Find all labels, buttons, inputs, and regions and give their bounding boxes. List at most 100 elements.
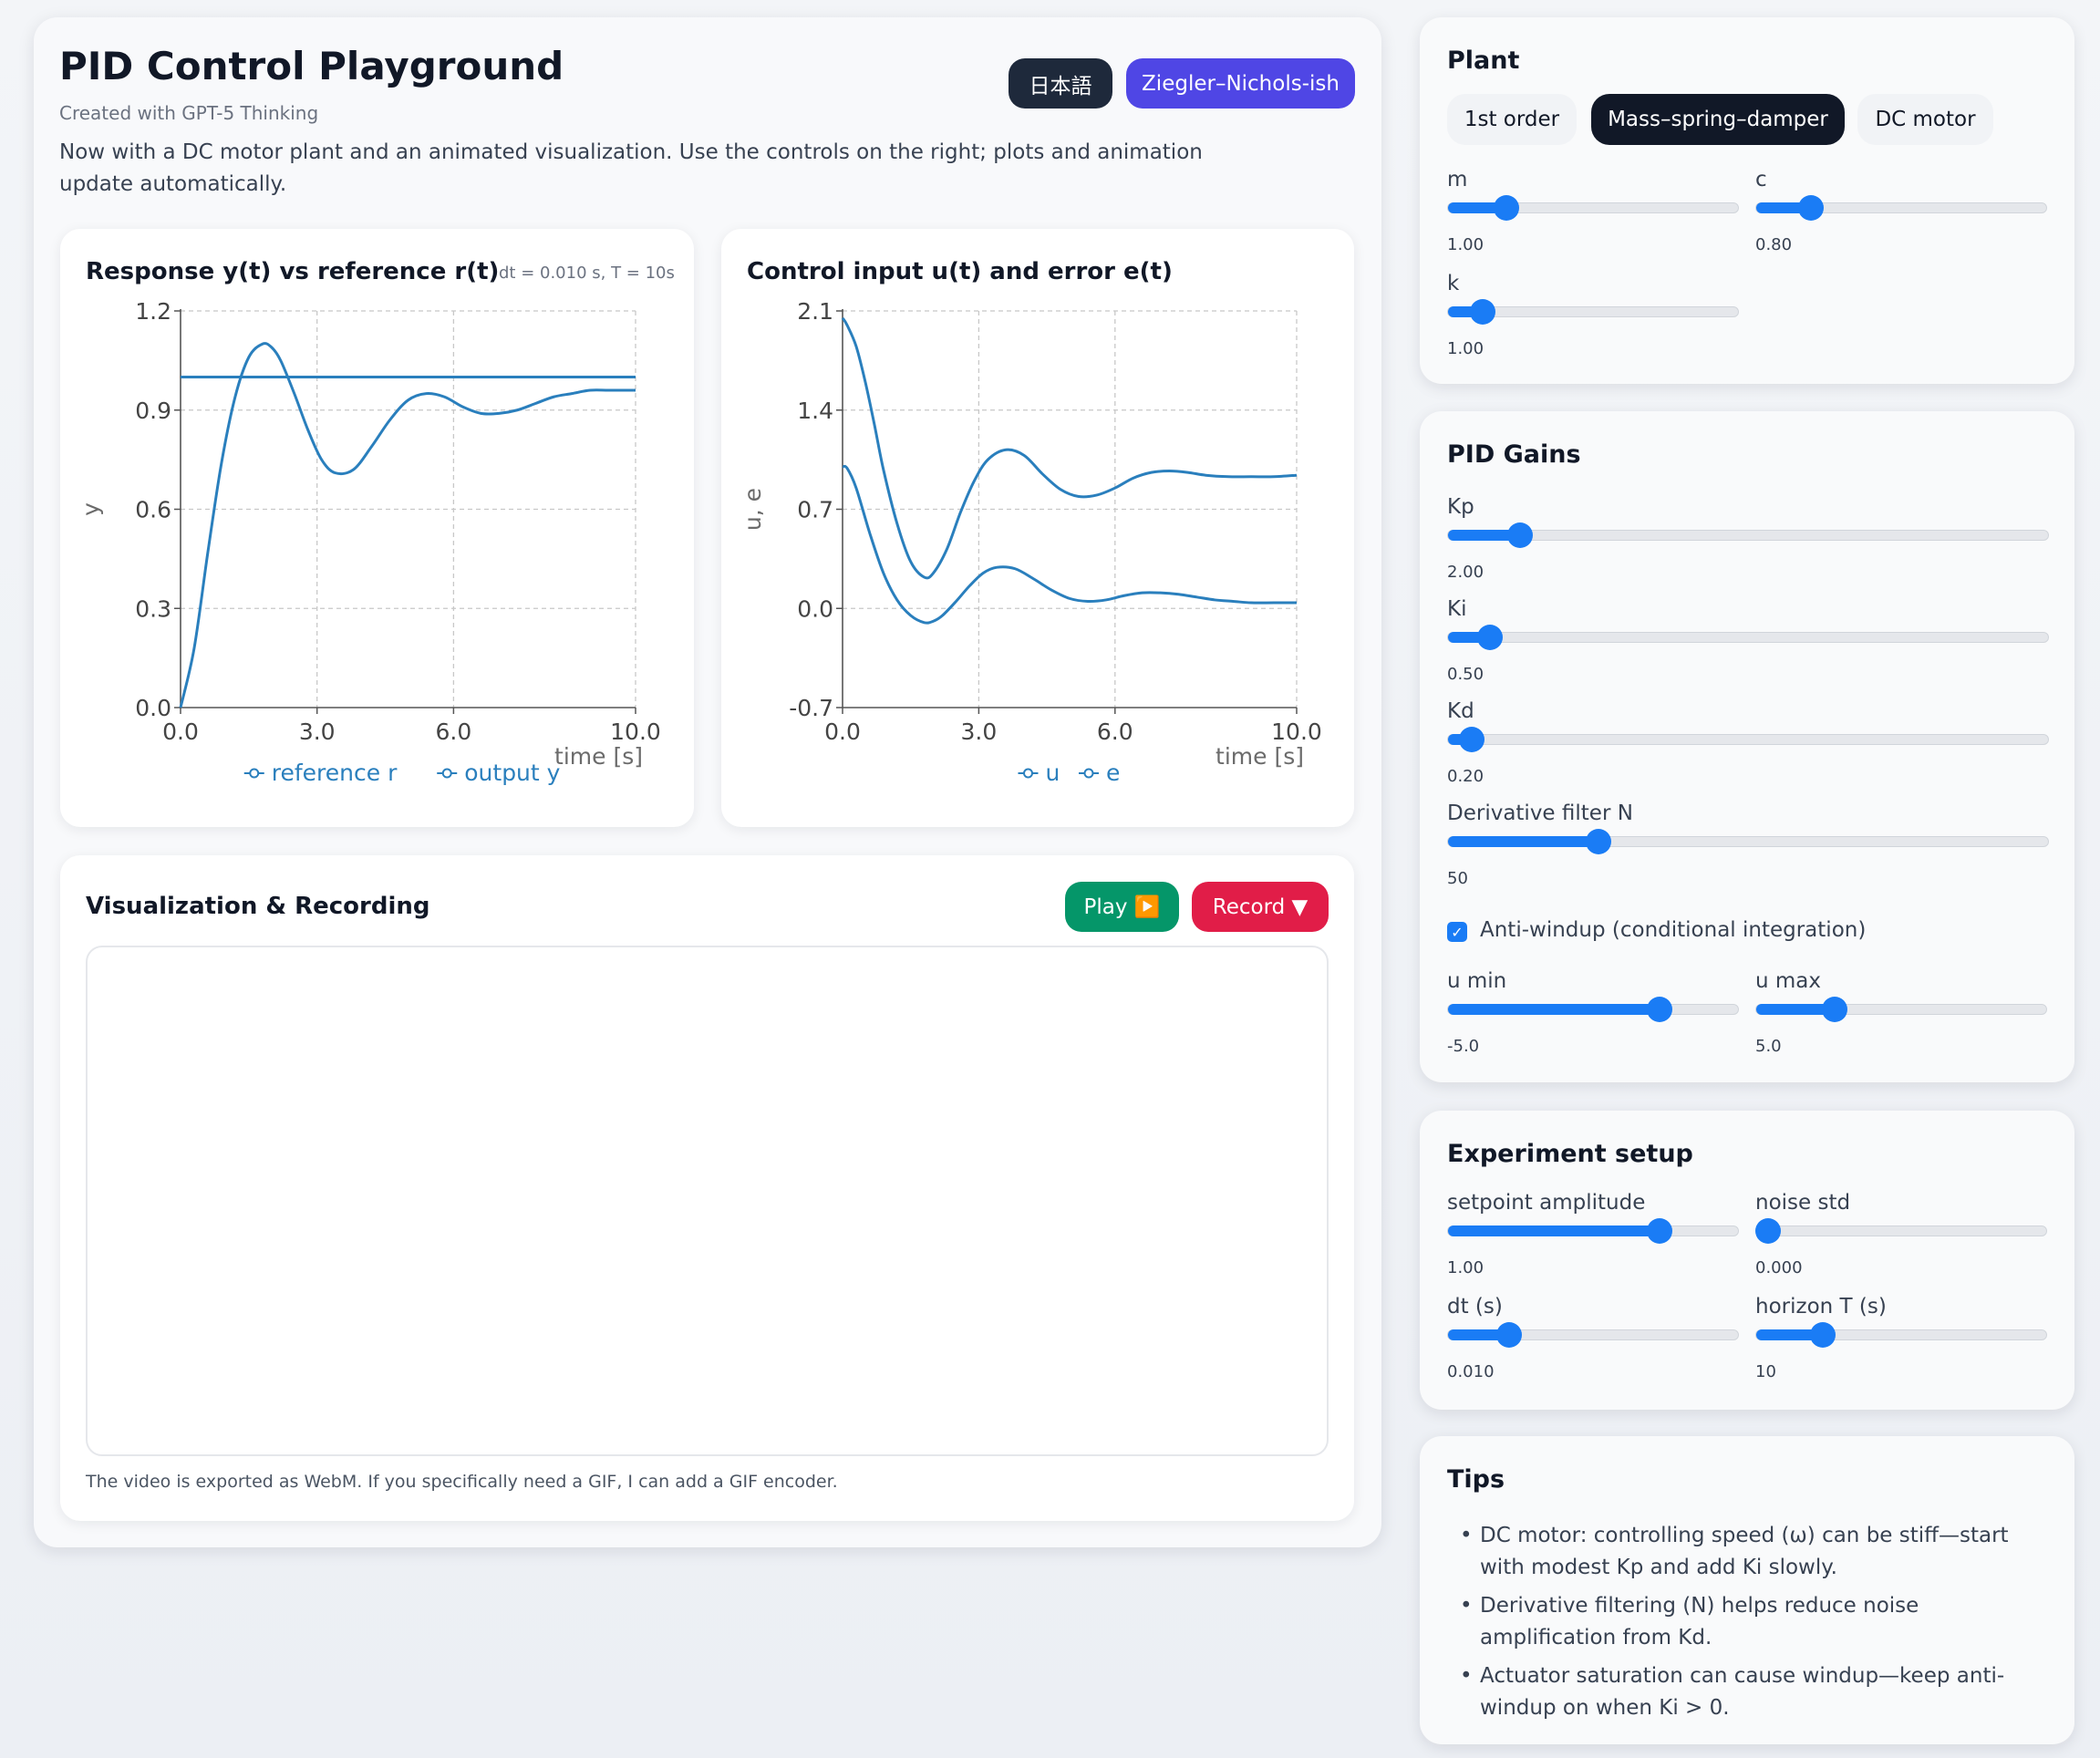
y-tick-label: 0.0 (797, 595, 833, 622)
plant-option-mass-spring-damper[interactable]: Mass–spring–damper (1591, 94, 1845, 145)
noise-std-value: 0.000 (1755, 1258, 1803, 1277)
x-tick-label: 10.0 (610, 719, 661, 745)
x-axis-label: time [s] (1216, 743, 1304, 770)
legend-marker (1083, 768, 1094, 779)
kp-slider-handle[interactable] (1506, 522, 1533, 548)
u-max-label: u max (1755, 969, 1821, 993)
c-value: 0.80 (1755, 235, 1793, 254)
antiwindup-label: Anti-windup (conditional integration) (1480, 918, 1867, 942)
plant-option-dc-motor[interactable]: DC motor (1857, 94, 1993, 145)
derivative-filter-n-slider-handle[interactable] (1585, 829, 1611, 854)
x-tick-label: 6.0 (1097, 719, 1133, 745)
x-tick-label: 0.0 (824, 719, 861, 745)
legend-marker (1023, 768, 1033, 779)
antiwindup-checkbox[interactable]: ✓ (1447, 922, 1467, 942)
derivative-filter-n-slider-fill (1448, 836, 1598, 847)
u-min-label: u min (1447, 969, 1507, 993)
plant-title: Plant (1447, 47, 1520, 75)
u-min-slider-handle[interactable] (1647, 997, 1673, 1022)
tip-item: DC motor: controlling speed (ω) can be s… (1460, 1520, 2053, 1584)
u-max-slider-handle[interactable] (1821, 997, 1847, 1022)
kp-label: Kp (1447, 495, 1474, 519)
page-subtitle: Created with GPT-5 Thinking (59, 102, 319, 124)
y-axis-label: y (78, 502, 104, 516)
y-tick-label: 0.0 (135, 695, 171, 721)
c-slider[interactable] (1755, 195, 2047, 221)
control-chart-panel: Control input u(t) and error e(t) 0.0 3.0… (721, 229, 1354, 827)
y-axis-label: u, e (740, 488, 766, 531)
k-label: k (1447, 272, 1460, 295)
u-max-slider[interactable] (1755, 997, 2047, 1022)
play-button[interactable]: Play ▶️ (1065, 882, 1179, 932)
series-line-u (841, 316, 1298, 580)
ki-value: 0.50 (1447, 665, 1484, 684)
x-tick-label: 3.0 (299, 719, 336, 745)
y-tick-label: 0.3 (135, 595, 171, 622)
legend-marker (249, 768, 260, 779)
setpoint-amplitude-slider-fill (1448, 1225, 1660, 1236)
y-tick-label: 0.7 (797, 497, 833, 523)
m-slider[interactable] (1447, 195, 1739, 221)
y-tick-label: -0.7 (789, 695, 833, 721)
x-tick-label: 6.0 (436, 719, 472, 745)
tip-item: Actuator saturation can cause windup—kee… (1460, 1660, 2053, 1724)
k-slider-handle[interactable] (1470, 299, 1496, 325)
derivative-filter-n-label: Derivative filter N (1447, 801, 1633, 825)
horizon-t-s-value: 10 (1755, 1362, 1776, 1381)
noise-std-slider-handle[interactable] (1754, 1218, 1781, 1244)
horizon-t-s-slider-handle[interactable] (1810, 1322, 1836, 1348)
animation-canvas[interactable] (86, 946, 1329, 1456)
plant-option-first-order[interactable]: 1st order (1447, 94, 1577, 145)
experiment-setup-card: Experiment setup setpoint amplitude 1.00 n… (1420, 1111, 2074, 1410)
x-tick-label: 0.0 (162, 719, 199, 745)
export-note: The video is exported as WebM. If you sp… (86, 1472, 838, 1492)
noise-std-slider[interactable] (1754, 1218, 2047, 1244)
kd-label: Kd (1447, 699, 1474, 723)
u-min-slider-fill (1448, 1004, 1660, 1015)
ziegler-nichols-preset-button[interactable]: Ziegler–Nichols-ish (1126, 58, 1355, 109)
setpoint-amplitude-slider[interactable] (1447, 1218, 1739, 1244)
u-max-value: 5.0 (1755, 1037, 1782, 1056)
page-title: PID Control Playground (59, 44, 564, 88)
tips-card: Tips DC motor: controlling speed (ω) can… (1420, 1436, 2074, 1744)
kd-slider-handle[interactable] (1459, 727, 1485, 752)
horizon-t-s-label: horizon T (s) (1755, 1295, 1887, 1318)
kd-slider[interactable] (1447, 727, 2049, 752)
legend-label: output y (464, 760, 560, 786)
visualization-title: Visualization & Recording (86, 893, 430, 920)
legend-marker (441, 768, 452, 779)
derivative-filter-n-value: 50 (1447, 869, 1468, 888)
y-tick-label: 2.1 (797, 298, 833, 325)
ki-slider-handle[interactable] (1477, 625, 1504, 650)
response-chart-panel: Response y(t) vs reference r(t) dt = 0.0… (60, 229, 694, 827)
y-tick-label: 1.4 (797, 398, 833, 424)
ki-slider[interactable] (1447, 625, 2049, 650)
dt-s-slider-handle[interactable] (1495, 1322, 1522, 1348)
kp-slider[interactable] (1447, 522, 2049, 548)
x-tick-label: 3.0 (961, 719, 998, 745)
setpoint-amplitude-slider-handle[interactable] (1647, 1218, 1673, 1244)
c-slider-handle[interactable] (1798, 195, 1825, 221)
language-button[interactable]: 日本語 (1009, 58, 1112, 109)
kd-value: 0.20 (1447, 767, 1484, 786)
dt-s-slider[interactable] (1447, 1322, 1739, 1348)
record-button[interactable]: Record ▼ (1192, 882, 1329, 932)
m-value: 1.00 (1447, 235, 1484, 254)
horizon-t-s-slider[interactable] (1755, 1322, 2047, 1348)
c-label: c (1755, 168, 1767, 191)
series-line-e (842, 464, 1297, 625)
pid-gains-card: PID Gains Kp 2.00 Ki 0.50 Kd 0.20 Derivative f… (1420, 411, 2074, 1082)
u-min-slider[interactable] (1447, 997, 1739, 1022)
dt-s-label: dt (s) (1447, 1295, 1503, 1318)
y-tick-label: 0.6 (135, 497, 171, 523)
k-value: 1.00 (1447, 339, 1484, 358)
m-slider-handle[interactable] (1493, 195, 1519, 221)
series-line-output-y (179, 342, 636, 708)
x-axis-label: time [s] (554, 743, 643, 770)
k-slider[interactable] (1447, 299, 1739, 325)
ki-label: Ki (1447, 597, 1467, 621)
y-tick-label: 1.2 (135, 298, 171, 325)
setpoint-amplitude-value: 1.00 (1447, 1258, 1484, 1277)
derivative-filter-n-slider[interactable] (1447, 829, 2049, 854)
y-tick-label: 0.9 (135, 398, 171, 424)
